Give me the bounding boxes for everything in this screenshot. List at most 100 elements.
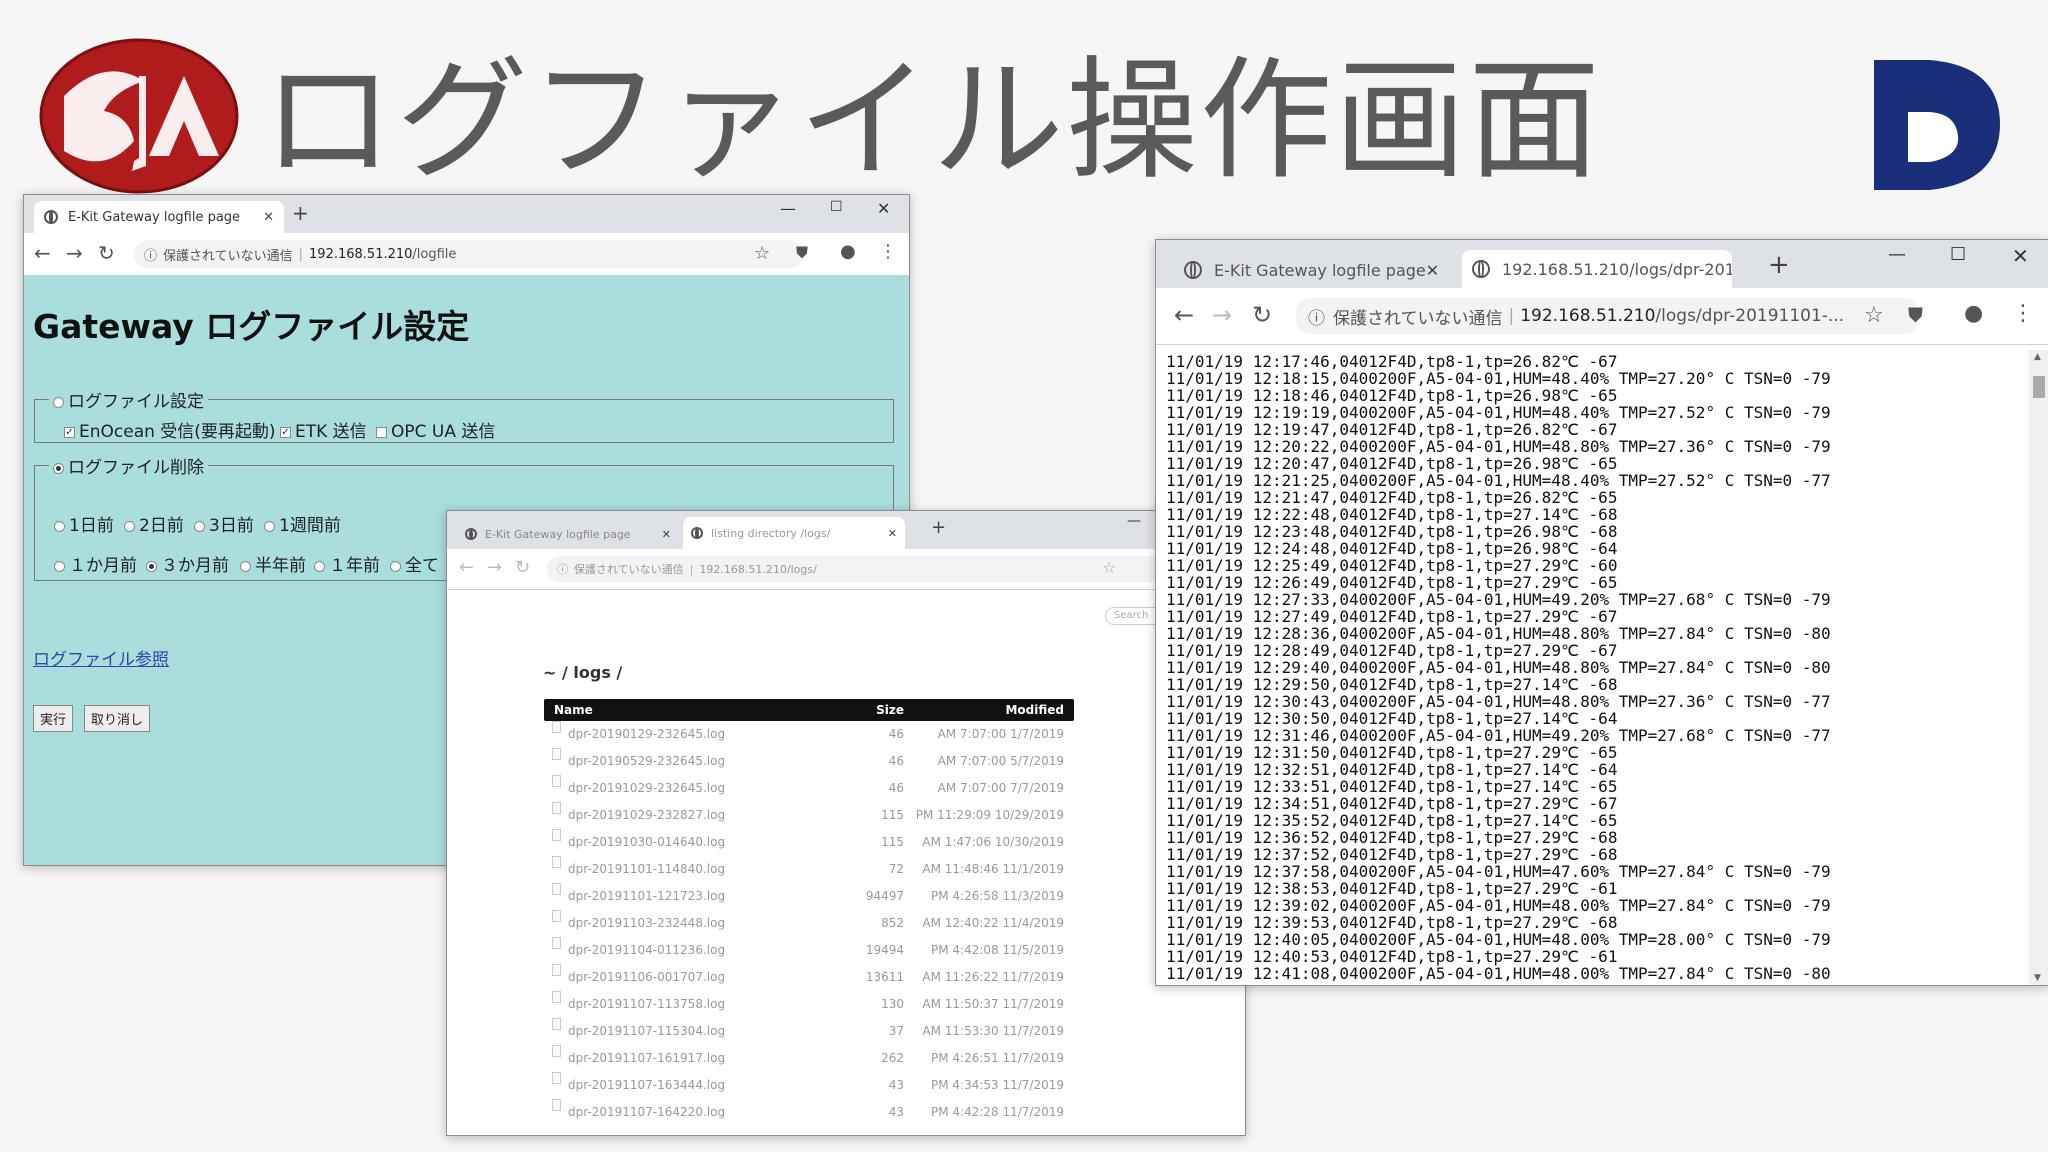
name-column-header[interactable]: Name [554, 699, 593, 721]
file-name[interactable]: dpr-20191029-232827.log [568, 802, 725, 829]
file-row[interactable]: dpr-20191029-232827.log 115 PM 11:29:09 10… [544, 802, 1074, 829]
file-name[interactable]: dpr-20191107-161917.log [568, 1045, 725, 1072]
minimize-button[interactable]: — [1127, 513, 1141, 529]
account-icon[interactable]: ● [1964, 301, 1983, 326]
forward-icon[interactable]: → [487, 557, 502, 578]
url-field[interactable]: ⓘ 保護されていない通信 | 192.168.51.210/logs/ [547, 556, 1177, 582]
file-row[interactable]: dpr-20191107-163444.log 43 PM 4:34:53 11/7… [544, 1072, 1074, 1099]
cancel-button[interactable]: 取り消し [84, 705, 151, 732]
scroll-up-icon[interactable]: ▲ [2034, 352, 2041, 362]
file-row[interactable]: dpr-20191107-161917.log 262 PM 4:26:51 11/… [544, 1045, 1074, 1072]
vertical-scrollbar[interactable]: ▲ ▼ [2029, 350, 2048, 985]
new-tab-button[interactable]: + [931, 517, 946, 538]
close-tab-icon[interactable]: ✕ [888, 527, 897, 540]
radio[interactable] [124, 520, 135, 532]
new-tab-button[interactable]: + [1768, 250, 1790, 280]
delete-radio[interactable] [53, 462, 64, 474]
extension-icon[interactable]: ⛊ [1908, 303, 1923, 327]
file-row[interactable]: dpr-20190529-232645.log 46 AM 7:07:00 5/7/… [544, 748, 1074, 775]
extension-icon[interactable]: ⛊ [796, 243, 808, 263]
star-icon[interactable]: ☆ [1102, 558, 1116, 577]
delete-1month[interactable]: １か月前 [54, 551, 137, 576]
file-name[interactable]: dpr-20191107-115304.log [568, 1018, 725, 1045]
file-name[interactable]: dpr-20191030-014640.log [568, 829, 725, 856]
file-row[interactable]: dpr-20191107-164220.log 43 PM 4:42:28 11/7… [544, 1099, 1074, 1126]
file-row[interactable]: dpr-20191107-115304.log 37 AM 11:53:30 11/… [544, 1018, 1074, 1045]
menu-icon[interactable]: ⋮ [2012, 301, 2034, 326]
file-row[interactable]: dpr-20190129-232645.log 46 AM 7:07:00 1/7/… [544, 721, 1074, 748]
file-name[interactable]: dpr-20191107-113758.log [568, 991, 725, 1018]
radio[interactable] [194, 520, 205, 532]
delete-all[interactable]: 全て [390, 551, 439, 576]
url-field[interactable]: ⓘ 保護されていない通信 | 192.168.51.210/logs/dpr-2… [1296, 298, 1918, 334]
file-row[interactable]: dpr-20191106-001707.log 13611 AM 11:26:22 … [544, 964, 1074, 991]
logfile-browse-link[interactable]: ログファイル参照 [33, 645, 169, 670]
file-row[interactable]: dpr-20191107-113758.log 130 AM 11:50:37 11… [544, 991, 1074, 1018]
file-name[interactable]: dpr-20191029-232645.log [568, 775, 725, 802]
maximize-button[interactable]: ☐ [1950, 244, 1966, 265]
file-name[interactable]: dpr-20191107-164220.log [568, 1099, 725, 1126]
close-tab-icon[interactable]: ✕ [662, 528, 671, 541]
back-icon[interactable]: ← [459, 557, 474, 578]
tab-gateway-logfile[interactable]: E-Kit Gateway logfile page ✕ [1174, 252, 1444, 288]
reload-icon[interactable]: ↻ [1252, 301, 1272, 329]
settings-radio[interactable] [53, 396, 64, 408]
size-column-header[interactable]: Size [876, 699, 904, 721]
file-name[interactable]: dpr-20191101-121723.log [568, 883, 725, 910]
file-row[interactable]: dpr-20191104-011236.log 19494 PM 4:42:08 1… [544, 937, 1074, 964]
close-tab-icon[interactable]: ✕ [1426, 261, 1439, 280]
file-name[interactable]: dpr-20190129-232645.log [568, 721, 725, 748]
star-icon[interactable]: ☆ [1864, 303, 1884, 328]
radio[interactable] [146, 560, 157, 572]
radio[interactable] [264, 520, 275, 532]
delete-3days[interactable]: 3日前 [194, 511, 254, 536]
file-name[interactable]: dpr-20191104-011236.log [568, 937, 725, 964]
star-icon[interactable]: ☆ [754, 243, 770, 264]
tab-gateway-logfile[interactable]: E-Kit Gateway logfile page ✕ [34, 201, 284, 233]
file-name[interactable]: dpr-20191101-114840.log [568, 856, 725, 883]
close-window-button[interactable]: ✕ [2012, 244, 2029, 268]
radio[interactable] [54, 560, 65, 572]
delete-1day[interactable]: 1日前 [54, 511, 114, 536]
file-name[interactable]: dpr-20190529-232645.log [568, 748, 725, 775]
close-tab-icon[interactable]: ✕ [263, 210, 274, 225]
file-row[interactable]: dpr-20191029-232645.log 46 AM 7:07:00 7/7/… [544, 775, 1074, 802]
radio[interactable] [54, 520, 65, 532]
close-window-button[interactable]: ✕ [877, 199, 890, 218]
forward-icon[interactable]: → [1212, 301, 1232, 329]
tab-gateway-logfile[interactable]: E-Kit Gateway logfile page ✕ [457, 519, 679, 549]
enocean-option[interactable]: ✓ EnOcean 受信(要再起動) [64, 417, 276, 442]
etk-option[interactable]: ✓ ETK 送信 [280, 417, 367, 442]
minimize-button[interactable]: — [1888, 244, 1906, 265]
opcua-checkbox[interactable] [376, 426, 387, 438]
tab-listing-directory[interactable]: listing directory /logs/ ✕ [683, 517, 905, 549]
forward-icon[interactable]: → [66, 241, 83, 265]
enocean-checkbox[interactable]: ✓ [64, 426, 75, 438]
delete-2days[interactable]: 2日前 [124, 511, 184, 536]
scrollbar-thumb[interactable] [2033, 376, 2045, 398]
file-row[interactable]: dpr-20191101-114840.log 72 AM 11:48:46 11/… [544, 856, 1074, 883]
scroll-down-icon[interactable]: ▼ [2034, 973, 2041, 983]
radio[interactable] [314, 560, 325, 572]
etk-checkbox[interactable]: ✓ [280, 426, 291, 438]
reload-icon[interactable]: ↻ [98, 241, 115, 265]
delete-1week[interactable]: 1週間前 [264, 511, 341, 536]
modified-column-header[interactable]: Modified [1005, 699, 1064, 721]
file-name[interactable]: dpr-20191103-232448.log [568, 910, 725, 937]
file-row[interactable]: dpr-20191103-232448.log 852 AM 12:40:22 11… [544, 910, 1074, 937]
radio[interactable] [240, 560, 251, 572]
tab-log-file[interactable]: 192.168.51.210/logs/dpr-2019 ✕ [1462, 250, 1732, 288]
delete-halfyear[interactable]: 半年前 [240, 551, 306, 576]
delete-1year[interactable]: １年前 [314, 551, 380, 576]
opcua-option[interactable]: OPC UA 送信 [376, 417, 495, 442]
radio[interactable] [390, 560, 401, 572]
minimize-button[interactable]: — [780, 199, 796, 218]
file-name[interactable]: dpr-20191107-163444.log [568, 1072, 725, 1099]
back-icon[interactable]: ← [34, 241, 51, 265]
account-icon[interactable]: ● [840, 241, 856, 262]
back-icon[interactable]: ← [1174, 301, 1194, 329]
new-tab-button[interactable]: + [292, 201, 309, 225]
maximize-button[interactable]: ☐ [830, 199, 843, 215]
file-row[interactable]: dpr-20191101-121723.log 94497 PM 4:26:58 1… [544, 883, 1074, 910]
delete-3months[interactable]: ３か月前 [146, 551, 229, 576]
